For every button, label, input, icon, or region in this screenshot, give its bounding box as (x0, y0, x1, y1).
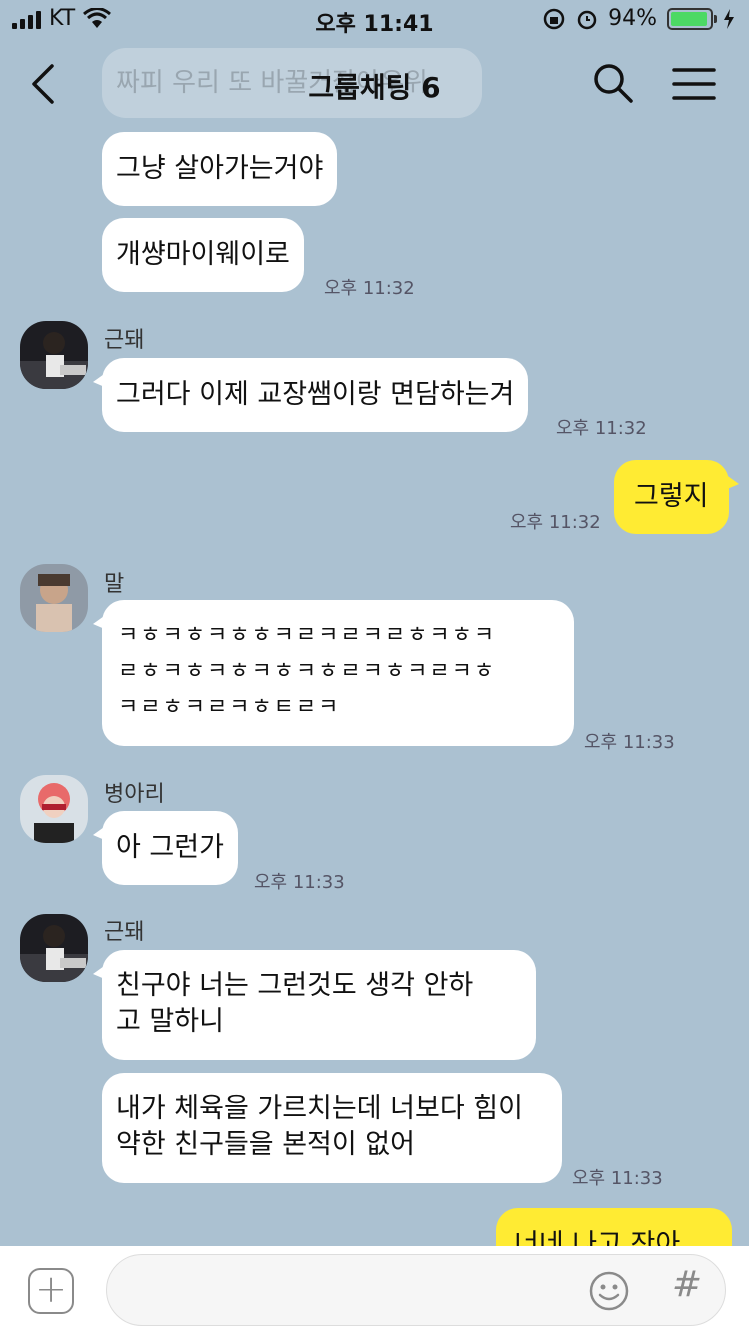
message-bubble[interactable]: 친구야 너는 그런것도 생각 안하 고 말하니 (93, 950, 536, 1060)
message-bubble[interactable]: 개썅마이웨이로 (102, 218, 304, 292)
message-time: 오후 11:32 (556, 418, 647, 439)
sender-name: 근돼 (104, 920, 145, 945)
charging-bolt-icon (724, 8, 734, 29)
alarm-icon (577, 10, 597, 29)
status-bar: KT 오후 11:41 94% (0, 0, 749, 40)
avatar[interactable] (20, 564, 88, 632)
message-time: 오후 11:32 (324, 278, 415, 299)
message-time: 오후 11:33 (254, 872, 345, 893)
message-bubble[interactable]: 그냥 살아가는거야 (102, 132, 338, 206)
message-input[interactable] (106, 1254, 726, 1326)
message-bubble[interactable]: ㅋㅎㅋㅎㅋㅎㅎㅋㄹㅋㄹㅋㄹㅎㅋㅎㅋ ㄹㅎㅋㅎㅋㅎㅋㅎㅋㅎㄹㅋㅎㅋㄹㅋㅎ ㅋㄹㅎㅋ… (93, 600, 574, 746)
battery-icon (667, 7, 717, 30)
battery-percent: 94% (608, 6, 657, 31)
chat-header: 그룹채팅 6 (0, 40, 749, 130)
message-time: 오후 11:33 (584, 732, 675, 753)
hashtag-button[interactable]: # (670, 1264, 704, 1314)
message-time: 오후 11:32 (510, 512, 601, 533)
avatar[interactable] (20, 914, 88, 982)
orientation-lock-icon (543, 8, 565, 29)
emoji-button[interactable] (588, 1270, 630, 1312)
chat-title: 그룹채팅 6 (308, 71, 441, 104)
my-message-bubble[interactable]: 그렇지 (614, 460, 739, 534)
sender-name: 근돼 (104, 328, 145, 353)
sender-name: 병아리 (104, 782, 165, 807)
plus-button[interactable]: + (28, 1268, 74, 1314)
search-button[interactable] (592, 62, 634, 104)
message-bubble[interactable]: 내가 체육을 가르치는데 너보다 힘이 약한 친구들을 본적이 없어 (102, 1073, 562, 1183)
avatar[interactable] (20, 775, 88, 843)
sender-name: 말 (104, 572, 125, 597)
menu-button[interactable] (672, 66, 716, 102)
message-bubble[interactable]: 그러다 이제 교장쌤이랑 면담하는겨 (92, 358, 529, 432)
avatar[interactable] (20, 321, 88, 389)
message-time: 오후 11:33 (572, 1168, 663, 1189)
message-bubble[interactable]: 아 그런가 (93, 811, 238, 885)
status-right: 94% (542, 6, 735, 31)
input-bar: + # (0, 1246, 749, 1334)
